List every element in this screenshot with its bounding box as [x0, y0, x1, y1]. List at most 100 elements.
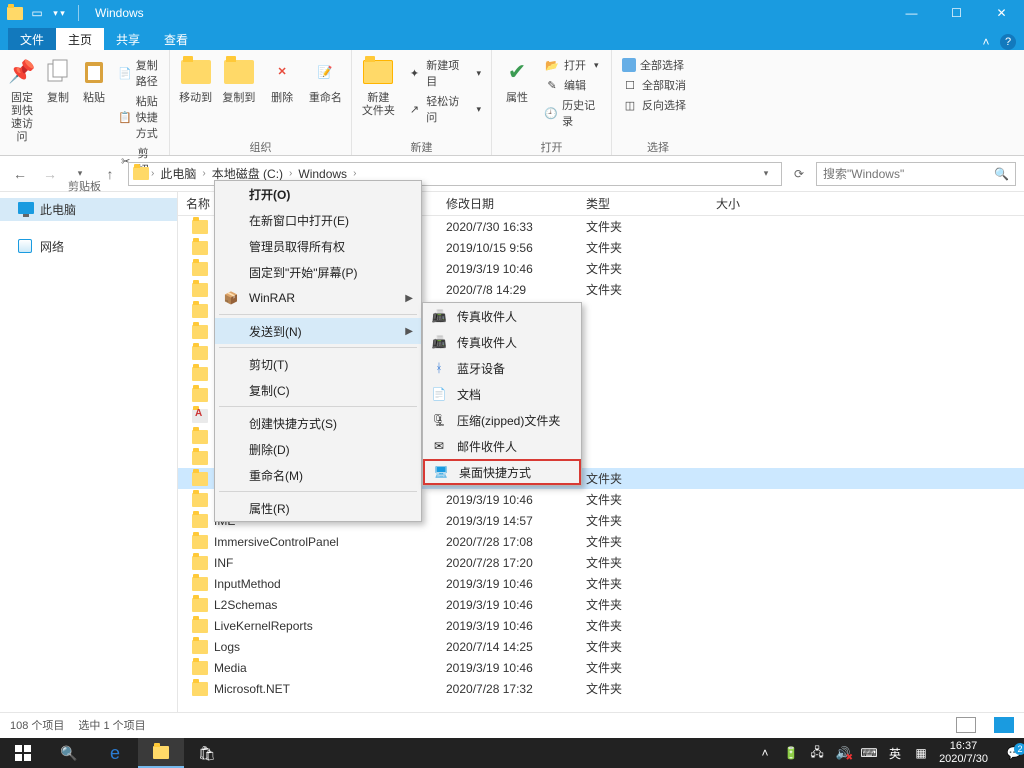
table-row[interactable]: Media2019/3/19 10:46文件夹: [178, 657, 1024, 678]
search-box[interactable]: 🔍: [816, 162, 1016, 186]
nav-back-button[interactable]: ←: [8, 162, 32, 186]
action-center-icon[interactable]: 💬2: [1006, 745, 1022, 761]
ctx-winrar[interactable]: 📦WinRAR▶: [215, 285, 421, 311]
tray-network-icon[interactable]: 🖧: [809, 745, 825, 761]
refresh-button[interactable]: ⟳: [788, 167, 810, 181]
nav-forward-button[interactable]: →: [38, 162, 62, 186]
ctx-send-to[interactable]: 发送到(N)▶: [215, 318, 421, 344]
ctx-properties[interactable]: 属性(R): [215, 495, 421, 521]
tray-clock[interactable]: 16:372020/7/30: [939, 740, 996, 766]
delete-button[interactable]: ✕删除: [263, 52, 302, 105]
invert-selection-button[interactable]: ◫反向选择: [618, 96, 690, 114]
table-row[interactable]: Logs2020/7/14 14:25文件夹: [178, 636, 1024, 657]
tray-up-icon[interactable]: ˄: [757, 745, 773, 761]
tray-battery-icon[interactable]: 🔋: [783, 745, 799, 761]
tab-view[interactable]: 查看: [152, 28, 200, 50]
sendto-bluetooth[interactable]: ᚼ蓝牙设备: [423, 355, 581, 381]
folder-icon: [192, 577, 208, 591]
nav-history-dropdown[interactable]: ▾: [68, 162, 92, 186]
ctx-rename[interactable]: 重命名(M): [215, 462, 421, 488]
tray-volume-icon[interactable]: 🔊✖: [835, 745, 851, 761]
col-type[interactable]: 类型: [578, 195, 708, 212]
sidebar-item-pc[interactable]: 此电脑: [0, 198, 177, 221]
close-button[interactable]: ✕: [979, 0, 1024, 26]
select-all-button[interactable]: 全部选择: [618, 56, 690, 74]
ctx-create-shortcut[interactable]: 创建快捷方式(S): [215, 410, 421, 436]
table-row[interactable]: LiveKernelReports2019/3/19 10:46文件夹: [178, 615, 1024, 636]
tab-home[interactable]: 主页: [56, 28, 104, 50]
maximize-button[interactable]: ☐: [934, 0, 979, 26]
folder-icon: [192, 325, 208, 339]
qat-dropdown-icon[interactable]: ▾ ▾: [50, 4, 68, 22]
collapse-ribbon-icon[interactable]: ˄: [978, 34, 994, 50]
pin-quick-access-button[interactable]: 📌固定到快 速访问: [6, 52, 38, 144]
col-date[interactable]: 修改日期: [438, 195, 578, 212]
copy-path-button[interactable]: 📄复制路径: [114, 56, 163, 90]
search-icon: 🔍: [994, 167, 1009, 181]
move-to-button[interactable]: 移动到: [176, 52, 215, 105]
sendto-desktop-shortcut[interactable]: 🖥桌面快捷方式: [423, 459, 581, 485]
address-dropdown-icon[interactable]: ▾: [755, 168, 777, 179]
easy-access-button[interactable]: ↗轻松访问▾: [403, 92, 485, 126]
folder-icon: [192, 430, 208, 444]
minimize-button[interactable]: —: [889, 0, 934, 26]
open-button[interactable]: 📂打开▾: [540, 56, 605, 74]
ctx-copy[interactable]: 复制(C): [215, 377, 421, 403]
ctx-cut[interactable]: 剪切(T): [215, 351, 421, 377]
new-folder-button[interactable]: 新建 文件夹: [358, 52, 399, 118]
edit-button[interactable]: ✎编辑: [540, 76, 605, 94]
selected-count: 选中 1 个项目: [78, 717, 145, 733]
help-icon[interactable]: ?: [1000, 34, 1016, 50]
breadcrumb-folder[interactable]: Windows: [294, 167, 351, 181]
explorer-icon[interactable]: [138, 738, 184, 768]
start-button[interactable]: [0, 738, 46, 768]
context-menu: 打开(O) 在新窗口中打开(E) 管理员取得所有权 固定到"开始"屏幕(P) 📦…: [214, 180, 422, 522]
tab-file[interactable]: 文件: [8, 28, 56, 50]
sendto-documents[interactable]: 📄文档: [423, 381, 581, 407]
copy-button[interactable]: 复制: [42, 52, 74, 105]
view-large-button[interactable]: [994, 717, 1014, 733]
ctx-open[interactable]: 打开(O): [215, 181, 421, 207]
sendto-zip[interactable]: 🗜压缩(zipped)文件夹: [423, 407, 581, 433]
view-details-button[interactable]: [956, 717, 976, 733]
ctx-delete[interactable]: 删除(D): [215, 436, 421, 462]
table-row[interactable]: L2Schemas2019/3/19 10:46文件夹: [178, 594, 1024, 615]
select-none-button[interactable]: ☐全部取消: [618, 76, 690, 94]
search-input[interactable]: [823, 167, 994, 181]
paste-shortcut-button[interactable]: 📋粘贴快捷方式: [114, 92, 163, 142]
breadcrumb-pc[interactable]: 此电脑: [156, 165, 200, 182]
rename-button[interactable]: 📝重命名: [306, 52, 345, 105]
paste-button[interactable]: 粘贴: [78, 52, 110, 105]
tab-share[interactable]: 共享: [104, 28, 152, 50]
folder-icon: [192, 220, 208, 234]
sendto-fax1[interactable]: 📠传真收件人: [423, 303, 581, 329]
sendto-fax2[interactable]: 📠传真收件人: [423, 329, 581, 355]
table-row[interactable]: INF2020/7/28 17:20文件夹: [178, 552, 1024, 573]
history-button[interactable]: 🕘历史记录: [540, 96, 605, 130]
folder-icon: [192, 493, 208, 507]
search-taskbar-button[interactable]: 🔍: [46, 738, 92, 768]
folder-icon: [133, 167, 149, 180]
table-row[interactable]: ImmersiveControlPanel2020/7/28 17:08文件夹: [178, 531, 1024, 552]
tray-ime2-icon[interactable]: ▦: [913, 745, 929, 761]
store-icon[interactable]: 🛍: [184, 738, 230, 768]
nav-up-button[interactable]: ↑: [98, 162, 122, 186]
ctx-pin-start[interactable]: 固定到"开始"屏幕(P): [215, 259, 421, 285]
properties-button[interactable]: ✔属性: [498, 52, 536, 105]
table-row[interactable]: InputMethod2019/3/19 10:46文件夹: [178, 573, 1024, 594]
copy-to-button[interactable]: 复制到: [219, 52, 258, 105]
new-item-button[interactable]: ✦新建项目▾: [403, 56, 485, 90]
edge-icon[interactable]: e: [92, 738, 138, 768]
sendto-mail[interactable]: ✉邮件收件人: [423, 433, 581, 459]
table-row[interactable]: Microsoft.NET2020/7/28 17:32文件夹: [178, 678, 1024, 699]
tray-keyboard-icon[interactable]: ⌨: [861, 745, 877, 761]
col-size[interactable]: 大小: [708, 195, 828, 212]
qat-properties-icon[interactable]: ▭: [28, 4, 46, 22]
ctx-open-new-window[interactable]: 在新窗口中打开(E): [215, 207, 421, 233]
sidebar-item-network[interactable]: 网络: [0, 235, 177, 258]
folder-icon: [192, 640, 208, 654]
folder-icon: [192, 535, 208, 549]
zip-icon: 🗜: [431, 412, 447, 428]
tray-ime[interactable]: 英: [887, 745, 903, 761]
ctx-admin-ownership[interactable]: 管理员取得所有权: [215, 233, 421, 259]
